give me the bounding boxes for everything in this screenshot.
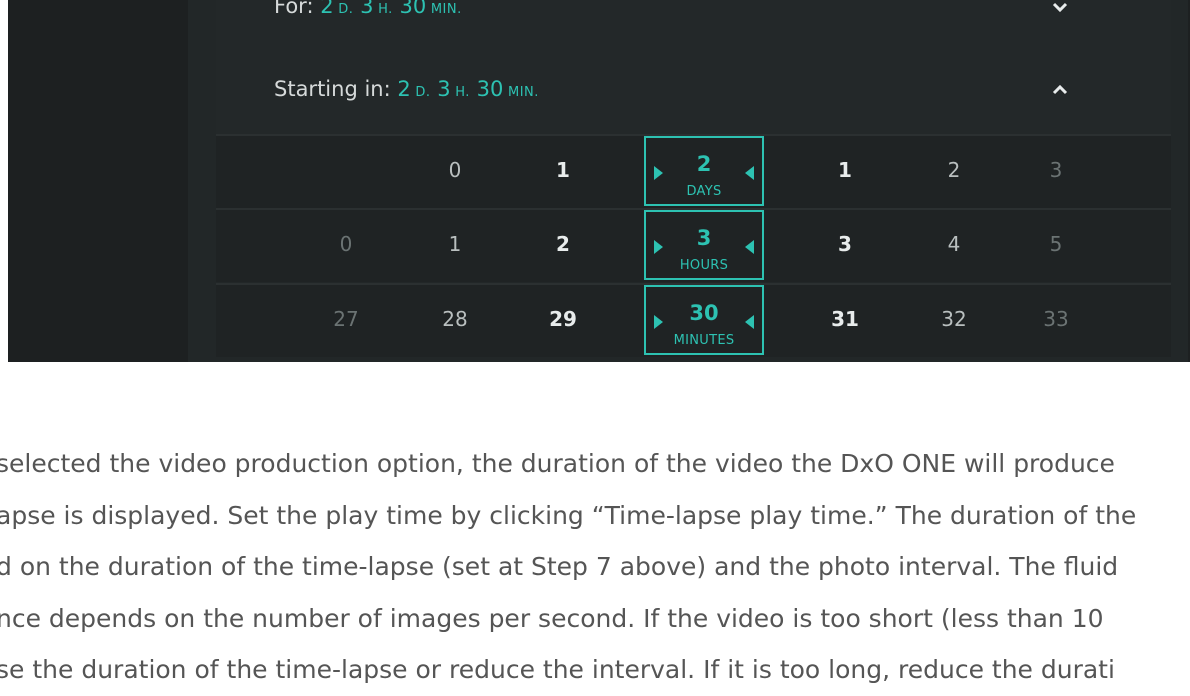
days-option[interactable]: 3 (1026, 158, 1086, 182)
days-selected[interactable]: 2 DAYS (644, 136, 764, 206)
days-option[interactable]: 1 (533, 158, 593, 182)
hours-selected[interactable]: 3 HOURS (644, 210, 764, 280)
chevron-down-icon[interactable] (1046, 0, 1074, 22)
start-delay-row-label: Starting in: 2 D. 3 H. 30 MIN. (274, 77, 539, 101)
paragraph-line: nce depends on the number of images per … (0, 603, 1104, 633)
days-option[interactable]: 0 (425, 158, 485, 182)
minutes-option[interactable]: 33 (1026, 307, 1086, 331)
paragraph-line: apse is displayed. Set the play time by … (0, 500, 1137, 530)
triangle-left-icon[interactable] (745, 166, 754, 180)
hours-option[interactable]: 1 (425, 232, 485, 256)
instruction-paragraph: selected the video production option, th… (0, 438, 1190, 696)
timelapse-settings-screenshot: For: 2 D. 3 H. 30 MIN. Starting in: 2 D.… (8, 0, 1190, 362)
days-picker[interactable]: 0 1 2 DAYS 1 2 3 (216, 134, 1171, 208)
chevron-up-icon[interactable] (1046, 76, 1074, 104)
paragraph-line: selected the video production option, th… (0, 449, 1115, 478)
minutes-option[interactable]: 28 (425, 307, 485, 331)
days-unit-label: DAYS (686, 184, 722, 199)
minutes-option[interactable]: 29 (533, 307, 593, 331)
minutes-option[interactable]: 31 (815, 307, 875, 331)
minutes-option[interactable]: 32 (924, 307, 984, 331)
minutes-picker[interactable]: 27 28 29 30 MINUTES 31 32 33 (216, 283, 1171, 357)
duration-row-label: For: 2 D. 3 H. 30 MIN. (274, 0, 462, 18)
triangle-left-icon[interactable] (745, 315, 754, 329)
minutes-selected[interactable]: 30 MINUTES (644, 285, 764, 355)
start-delay-row[interactable]: Starting in: 2 D. 3 H. 30 MIN. (216, 44, 1171, 136)
hours-option[interactable]: 4 (924, 232, 984, 256)
hours-option[interactable]: 0 (316, 232, 376, 256)
triangle-left-icon[interactable] (745, 240, 754, 254)
hours-option[interactable]: 2 (533, 232, 593, 256)
hours-option[interactable]: 3 (815, 232, 875, 256)
minutes-option[interactable]: 27 (316, 307, 376, 331)
hours-option[interactable]: 5 (1026, 232, 1086, 256)
hours-unit-label: HOURS (679, 258, 729, 273)
hours-picker[interactable]: 0 1 2 3 HOURS 3 4 5 (216, 208, 1171, 282)
paragraph-line: d on the duration of the time-lapse (set… (0, 552, 1119, 581)
duration-row[interactable]: For: 2 D. 3 H. 30 MIN. (216, 0, 1171, 46)
days-option[interactable]: 2 (924, 158, 984, 182)
minutes-unit-label: MINUTES (673, 333, 735, 348)
paragraph-line: se the duration of the time-lapse or red… (0, 655, 1115, 684)
days-option[interactable]: 1 (815, 158, 875, 182)
